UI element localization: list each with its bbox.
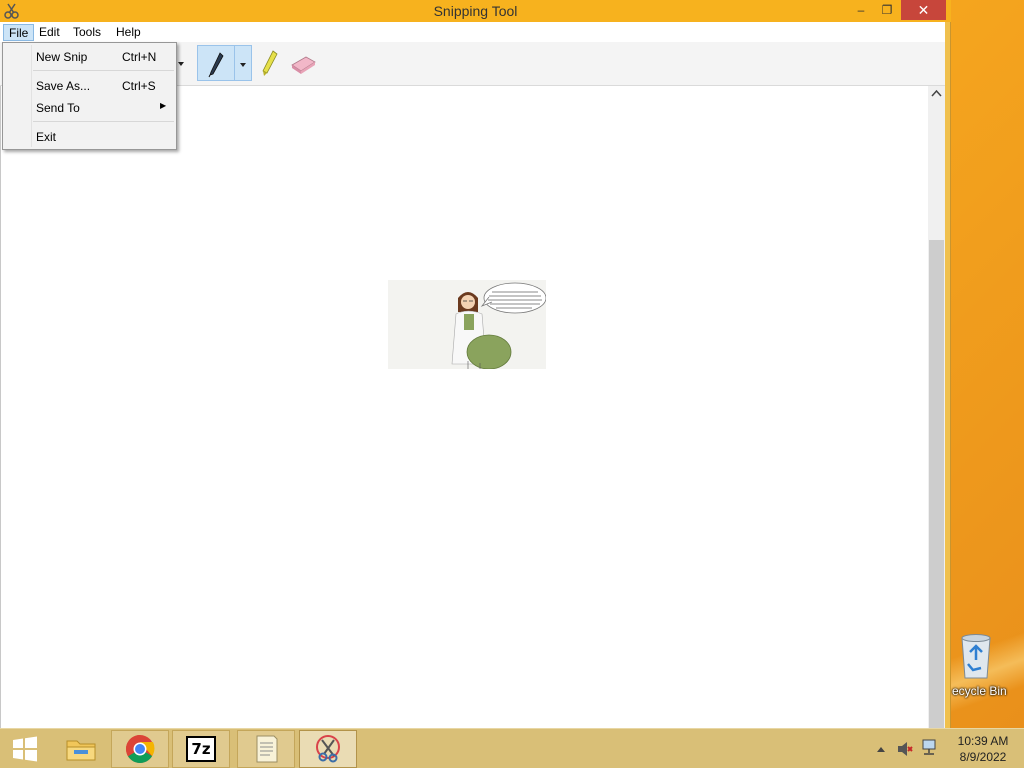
7zip-icon: 7z (186, 736, 216, 762)
7zip-glyph: 7z (191, 740, 211, 758)
menu-item-send-to[interactable]: Send To ▶ (5, 97, 175, 117)
menu-item-exit[interactable]: Exit (5, 126, 175, 146)
taskbar: 7z 10:39 AM 8/9/2022 (0, 728, 1024, 768)
show-hidden-icons-icon[interactable] (876, 745, 886, 753)
highlighter-button[interactable] (256, 45, 282, 81)
windows-logo-icon (13, 736, 37, 762)
minimize-button[interactable]: – (847, 0, 875, 20)
restore-button[interactable]: ❐ (873, 0, 901, 20)
snip-canvas[interactable] (0, 86, 928, 728)
eraser-button[interactable] (288, 45, 318, 81)
menu-item-label: Exit (36, 130, 57, 144)
pen-tool-button[interactable] (197, 45, 235, 81)
menu-item-label: Save As... (36, 79, 91, 93)
taskbar-file-explorer[interactable] (52, 730, 110, 768)
system-clock[interactable]: 10:39 AM 8/9/2022 (948, 733, 1018, 765)
recycle-bin-icon (961, 634, 991, 679)
network-icon[interactable] (920, 739, 938, 757)
submenu-arrow-icon: ▶ (160, 101, 167, 110)
notepad-icon (256, 735, 278, 763)
recycle-bin[interactable]: ecycle Bin (952, 630, 1024, 710)
menu-help[interactable]: Help (111, 24, 146, 41)
clock-date: 8/9/2022 (959, 750, 1007, 764)
taskbar-snipping-tool[interactable] (299, 730, 357, 768)
scissors-icon (316, 735, 340, 763)
clock-time: 10:39 AM (957, 734, 1009, 748)
recycle-bin-label: ecycle Bin (952, 684, 1007, 698)
chevron-down-icon (240, 63, 246, 67)
window-title: Snipping Tool (433, 3, 518, 19)
scroll-up-arrow-icon[interactable] (931, 89, 942, 97)
cartoon-illustration (388, 280, 547, 370)
menu-file[interactable]: File (3, 24, 35, 41)
volume-muted-icon[interactable] (896, 741, 914, 757)
menu-item-shortcut: Ctrl+S (122, 79, 156, 93)
taskbar-7zip[interactable]: 7z (172, 730, 230, 768)
menu-separator (33, 70, 174, 71)
menu-item-label: New Snip (36, 50, 88, 64)
menu-edit[interactable]: Edit (34, 24, 65, 41)
chrome-icon (126, 735, 155, 763)
folder-icon (66, 740, 96, 761)
eraser-icon (291, 56, 316, 74)
menu-separator (33, 121, 174, 122)
menu-tools[interactable]: Tools (68, 24, 106, 41)
pen-icon (208, 52, 224, 78)
menu-bar: File Edit Tools Help (0, 22, 945, 42)
pen-dropdown-button[interactable] (235, 45, 252, 81)
menu-item-save-as[interactable]: Save As... Ctrl+S (5, 75, 175, 95)
captured-snip-image (388, 280, 547, 370)
highlighter-icon (262, 50, 278, 76)
vertical-scrollbar[interactable] (928, 86, 945, 728)
close-button[interactable]: ✕ (901, 0, 946, 20)
taskbar-notepad[interactable] (237, 730, 295, 768)
file-dropdown-menu: New Snip Ctrl+N Save As... Ctrl+S Send T… (2, 42, 177, 150)
snipping-tool-window: Snipping Tool – ❐ ✕ File Edit Tools Help (0, 0, 951, 728)
menu-item-shortcut: Ctrl+N (122, 50, 157, 64)
taskbar-chrome[interactable] (111, 730, 169, 768)
start-button[interactable] (0, 730, 50, 768)
scrollbar-thumb[interactable] (929, 240, 944, 728)
menu-item-new-snip[interactable]: New Snip Ctrl+N (5, 46, 175, 66)
title-bar[interactable]: Snipping Tool – ❐ ✕ (0, 0, 951, 22)
menu-item-label: Send To (36, 101, 80, 115)
